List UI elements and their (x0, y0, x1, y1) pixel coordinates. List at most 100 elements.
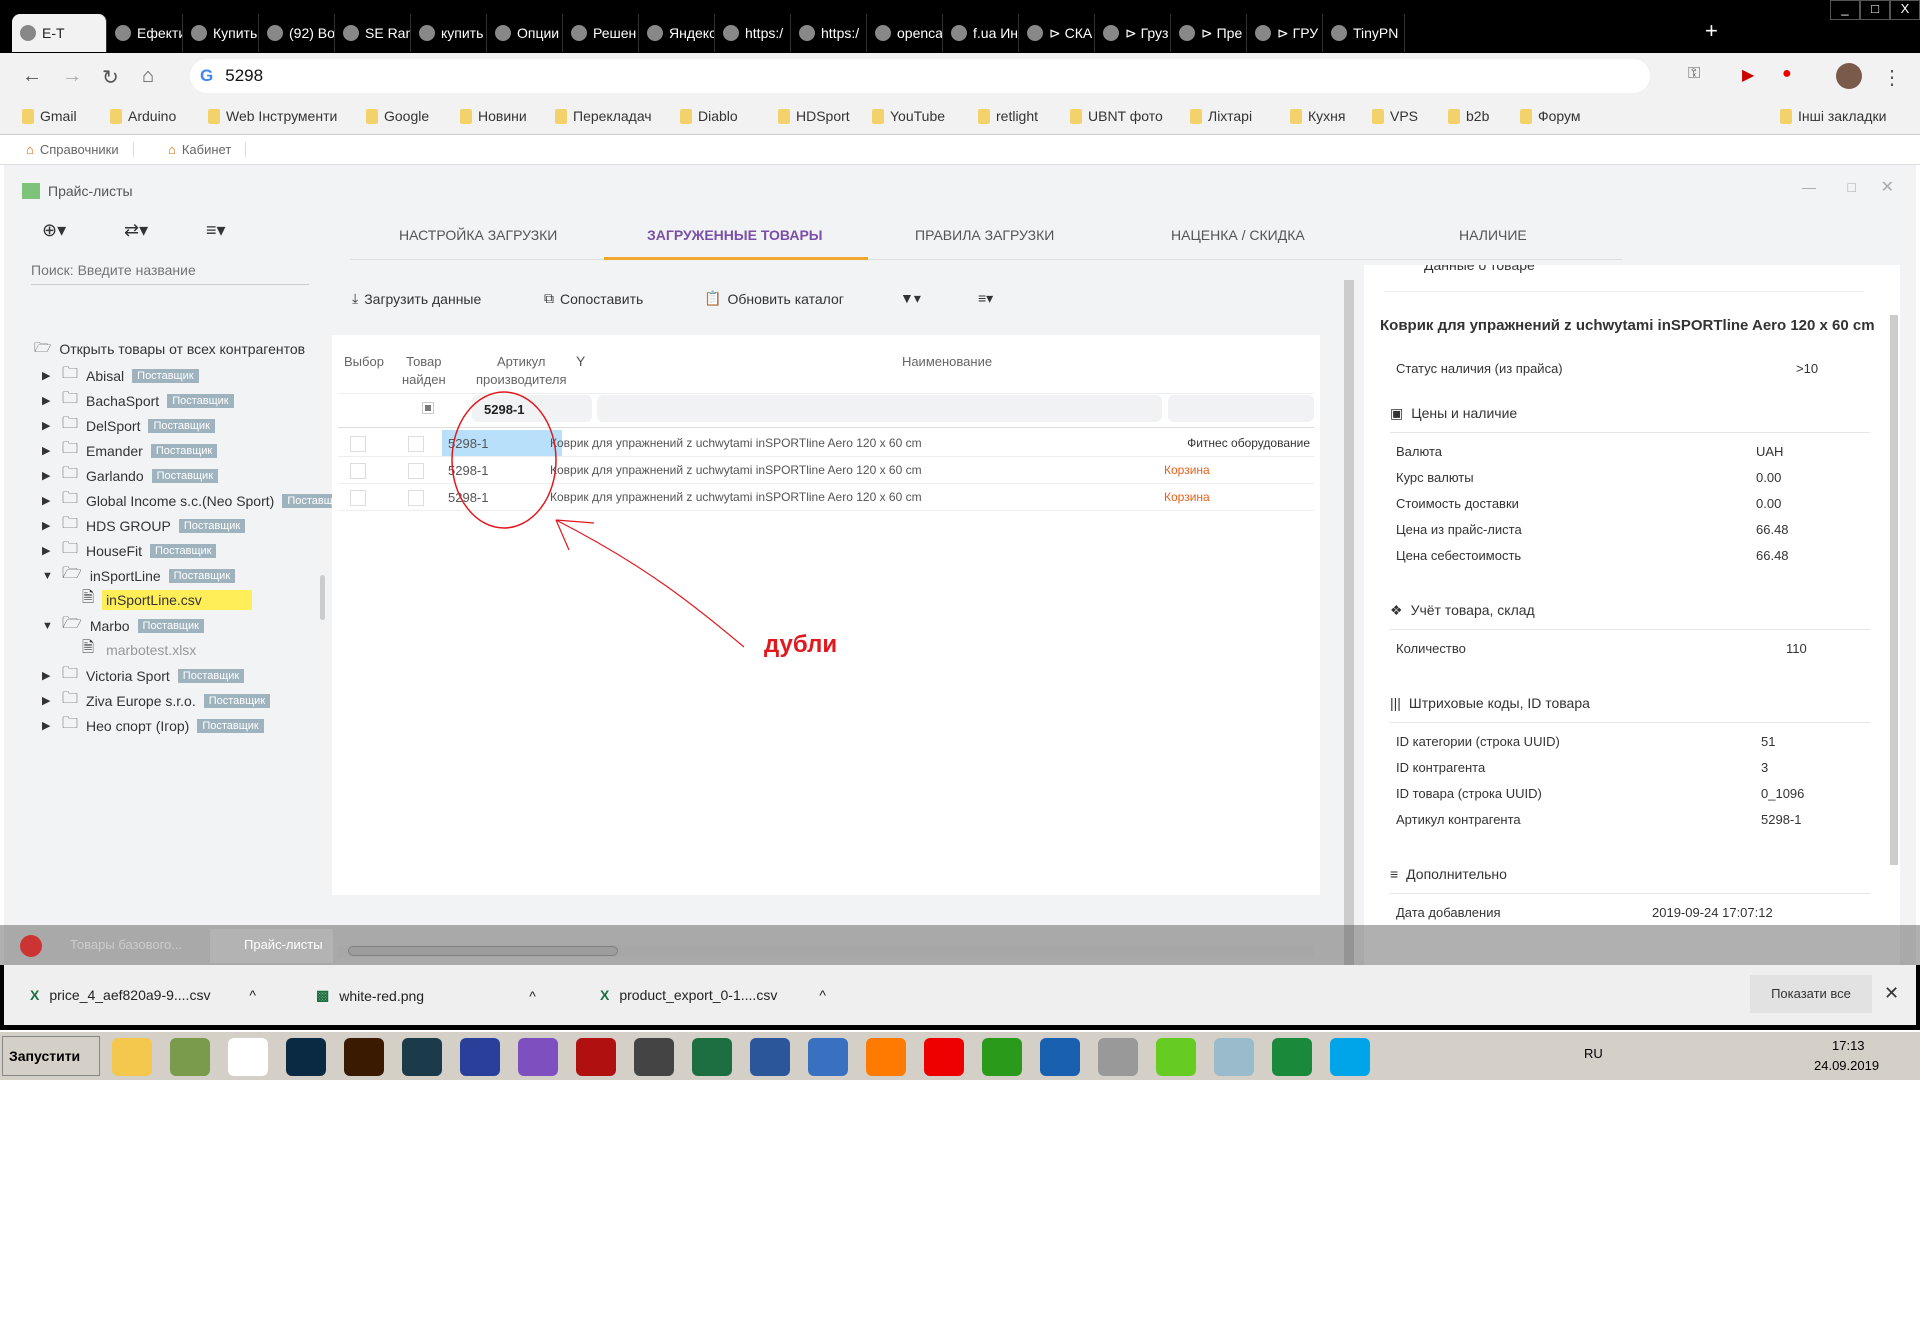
bookmark-item[interactable]: Новини (460, 108, 527, 124)
opera-extension-icon[interactable]: ● (1782, 65, 1792, 83)
taskbar-opera-icon[interactable] (924, 1038, 964, 1076)
browser-tab[interactable]: https:/ (791, 14, 867, 52)
taskbar-chrome-icon[interactable] (228, 1038, 268, 1076)
browser-tab[interactable]: https:/ (715, 14, 791, 52)
reload-icon[interactable]: ↻ (102, 65, 119, 90)
tab-markup-discount[interactable]: Наценка / скидка (1171, 227, 1305, 243)
app-task-base-products[interactable]: Товары базового... (70, 937, 182, 952)
browser-tab[interactable]: openca (867, 14, 943, 52)
taskbar-illustrator-icon[interactable] (344, 1038, 384, 1076)
tab-title: openca (897, 25, 943, 41)
taskbar-explorer-icon[interactable] (112, 1038, 152, 1076)
taskbar-app-icon[interactable] (1040, 1038, 1080, 1076)
taskbar-photoshop-icon[interactable] (286, 1038, 326, 1076)
tab-availability[interactable]: Наличие (1459, 227, 1527, 243)
address-input[interactable]: G 5298 (190, 59, 1650, 93)
browser-tab[interactable]: Яндекс (639, 14, 715, 52)
bookmark-item[interactable]: Форум (1520, 108, 1581, 124)
close-downloads-icon[interactable]: ✕ (1884, 983, 1899, 1004)
bookmark-label: Google (384, 108, 430, 124)
app-task-price-lists[interactable]: Прайс-листы (210, 929, 333, 963)
bookmark-item[interactable]: Перекладач (555, 108, 652, 124)
bookmark-item[interactable]: YouTube (872, 108, 945, 124)
taskbar-viber-icon[interactable] (518, 1038, 558, 1076)
taskbar-sheets-icon[interactable] (1272, 1038, 1312, 1076)
browser-tab[interactable]: купить (411, 14, 487, 52)
browser-tab[interactable]: SE Ran (335, 14, 411, 52)
avatar[interactable] (1836, 63, 1862, 89)
new-tab-icon[interactable]: + (1705, 18, 1718, 44)
window-maximize[interactable]: □ (1848, 179, 1856, 195)
browser-tab[interactable]: f.ua Ин (943, 14, 1019, 52)
bookmark-item[interactable]: Кухня (1290, 108, 1345, 124)
bookmark-item[interactable]: retlight (978, 108, 1038, 124)
extension-icon[interactable]: ▶ (1742, 65, 1754, 85)
browser-tab[interactable]: (92) Bo (259, 14, 335, 52)
download-item[interactable]: Xproduct_export_0-1....csv ^ (600, 987, 826, 1003)
close-button[interactable]: X (1890, 0, 1920, 20)
app-tab[interactable]: ⌂ Кабинет (168, 142, 247, 157)
category-filter-input[interactable] (1168, 395, 1314, 422)
language-indicator[interactable]: RU (1584, 1046, 1603, 1061)
taskbar-skype-icon[interactable] (1330, 1038, 1370, 1076)
browser-tab[interactable]: ⊳ СКА (1019, 14, 1095, 52)
bookmark-item[interactable]: UBNT фото (1070, 108, 1163, 124)
window-minimize[interactable]: — (1802, 179, 1816, 195)
minimize-button[interactable]: _ (1830, 0, 1860, 20)
start-button[interactable]: Запустити (2, 1036, 100, 1076)
bookmark-item[interactable]: Diablo (680, 108, 738, 124)
bookmark-item[interactable]: Ліхтарі (1190, 108, 1252, 124)
taskbar-network-icon[interactable] (634, 1038, 674, 1076)
taskbar-word-icon[interactable] (750, 1038, 790, 1076)
taskbar-excel-icon[interactable] (692, 1038, 732, 1076)
key-icon[interactable]: ⚿ (1688, 65, 1700, 83)
browser-tab[interactable]: Решен (563, 14, 639, 52)
download-item[interactable]: Xprice_4_aef820a9-9....csv ^ (30, 987, 256, 1003)
row-category[interactable]: Корзина (1164, 463, 1210, 477)
status-row: Статус наличия (из прайса) >10 (1396, 361, 1819, 376)
file-icon: X (600, 987, 610, 1003)
menu-icon[interactable]: ⋮ (1882, 65, 1902, 90)
chevron-up-icon[interactable]: ^ (529, 988, 536, 1004)
bookmark-item[interactable]: VPS (1372, 108, 1418, 124)
taskbar-save-icon[interactable] (460, 1038, 500, 1076)
home-icon[interactable]: ⌂ (142, 65, 154, 88)
taskbar-platform-icon[interactable] (982, 1038, 1022, 1076)
bookmark-item[interactable]: Gmail (22, 108, 77, 124)
taskbar-globe-icon[interactable] (1098, 1038, 1138, 1076)
app-tab[interactable]: ⌂ Справочники (26, 142, 134, 157)
bookmark-item[interactable]: Arduino (110, 108, 176, 124)
row-category[interactable]: Корзина (1164, 490, 1210, 504)
browser-tab[interactable]: Ефекти (107, 14, 183, 52)
chevron-up-icon[interactable]: ^ (249, 987, 256, 1003)
browser-tab[interactable]: Опции (487, 14, 563, 52)
taskbar-thunderbird-icon[interactable] (808, 1038, 848, 1076)
chevron-up-icon[interactable]: ^ (819, 987, 826, 1003)
taskbar-notes-icon[interactable] (1214, 1038, 1254, 1076)
details-scrollbar[interactable] (1890, 315, 1898, 865)
bookmark-item[interactable]: HDSport (778, 108, 850, 124)
browser-tab[interactable]: Купить (183, 14, 259, 52)
taskbar-firefox-icon[interactable] (866, 1038, 906, 1076)
browser-tab[interactable]: ⊳ Пре (1171, 14, 1247, 52)
bookmark-item[interactable]: Google (366, 108, 429, 124)
taskbar-notepad-icon[interactable] (170, 1038, 210, 1076)
taskbar-camtasia-icon[interactable] (1156, 1038, 1196, 1076)
bookmark-item[interactable]: b2b (1448, 108, 1489, 124)
browser-tab[interactable]: ⊳ ГРУ (1247, 14, 1323, 52)
forward-icon[interactable]: → (62, 65, 82, 88)
bookmark-other[interactable]: Інші закладки (1780, 108, 1886, 124)
window-close[interactable]: ✕ (1881, 177, 1894, 197)
browser-tab[interactable]: TinyPN (1323, 14, 1405, 52)
taskbar-lightroom-icon[interactable] (402, 1038, 442, 1076)
back-icon[interactable]: ← (22, 65, 42, 88)
show-all-button[interactable]: Показати все (1750, 975, 1872, 1013)
maximize-button[interactable]: □ (1860, 0, 1890, 20)
row-category[interactable]: Фитнес оборудование (1187, 436, 1310, 450)
splitter[interactable] (1344, 280, 1354, 965)
taskbar-filezilla-icon[interactable] (576, 1038, 616, 1076)
browser-tab[interactable]: E-T (12, 14, 107, 52)
download-item[interactable]: ▩ white-red.png ^ (316, 987, 536, 1004)
browser-tab[interactable]: ⊳ Груз (1095, 14, 1171, 52)
bookmark-item[interactable]: Web Інструменти (208, 108, 337, 124)
